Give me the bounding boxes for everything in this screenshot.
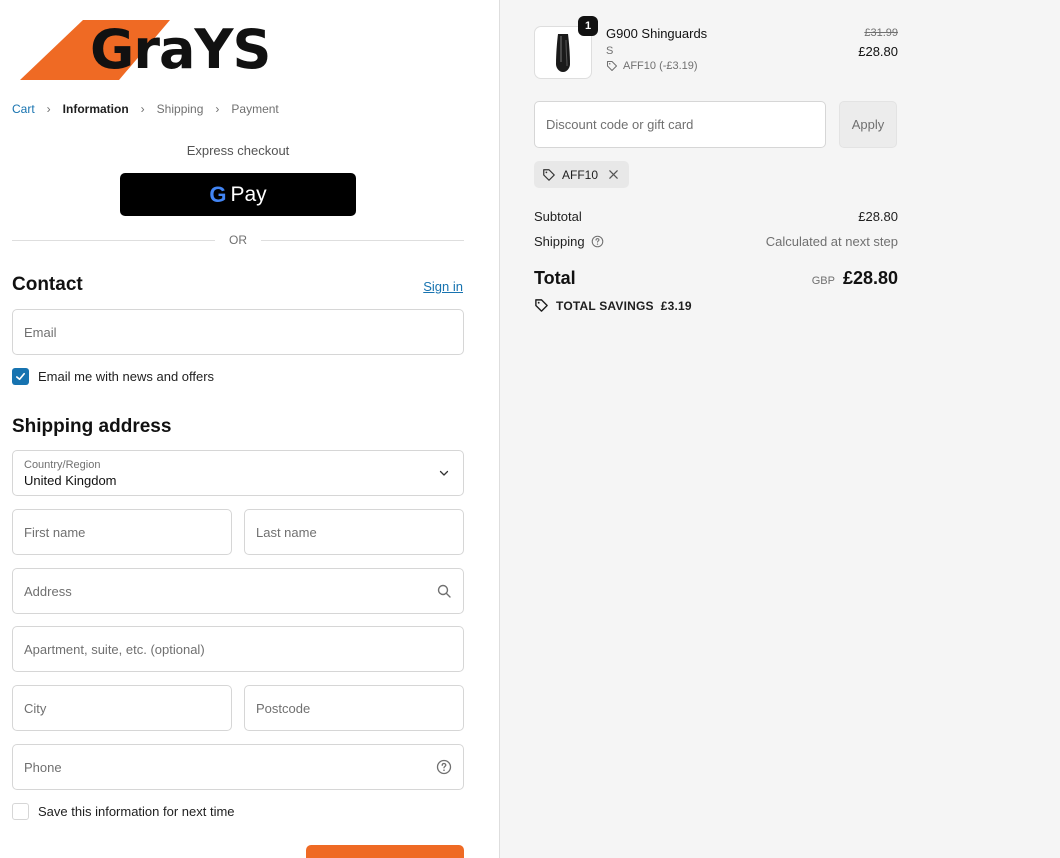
address-placeholder: Address <box>24 583 72 599</box>
subtotal-value: £28.80 <box>858 209 898 224</box>
total-value: £28.80 <box>842 268 898 288</box>
shipping-row: Shipping Calculated at next step <box>534 234 898 249</box>
last-name-field[interactable]: Last name <box>244 509 464 555</box>
help-circle-icon[interactable] <box>591 235 604 248</box>
chevron-right-icon: › <box>140 102 145 116</box>
checkmark-icon <box>16 372 25 381</box>
sign-in-link[interactable]: Sign in <box>423 279 463 294</box>
close-icon[interactable] <box>608 169 619 180</box>
chevron-right-icon: › <box>215 102 220 116</box>
applied-discount-code: AFF10 <box>562 167 599 182</box>
subtotal-label: Subtotal <box>534 209 582 224</box>
logo-wordmark: GraYS <box>90 18 271 81</box>
or-divider: OR <box>12 233 464 247</box>
continue-button[interactable] <box>306 845 464 858</box>
save-info-label: Save this information for next time <box>38 804 235 819</box>
product-price: £28.80 <box>858 44 898 59</box>
tag-icon <box>535 299 548 312</box>
tag-icon <box>606 60 618 72</box>
total-row: Total GBP £28.80 <box>534 268 898 289</box>
total-savings-label: TOTAL SAVINGS <box>556 298 654 313</box>
first-name-placeholder: First name <box>24 524 86 540</box>
google-pay-button[interactable]: G Pay <box>120 173 356 216</box>
tag-icon <box>543 168 555 181</box>
shipping-value: Calculated at next step <box>765 234 898 249</box>
applied-discount-chip: AFF10 <box>534 161 630 188</box>
country-value: United Kingdom <box>24 473 117 488</box>
total-savings: TOTAL SAVINGS £3.19 <box>534 298 692 313</box>
chevron-right-icon: › <box>46 102 51 116</box>
address-field[interactable]: Address <box>12 568 464 614</box>
phone-field[interactable]: Phone <box>12 744 464 790</box>
product-discount-text: AFF10 (-£3.19) <box>623 60 698 72</box>
shipping-label: Shipping <box>534 234 585 249</box>
first-name-field[interactable]: First name <box>12 509 232 555</box>
email-placeholder: Email <box>24 324 57 340</box>
newsletter-checkbox[interactable] <box>12 368 29 385</box>
phone-placeholder: Phone <box>24 759 62 775</box>
shipping-address-title: Shipping address <box>12 416 172 437</box>
currency-code: GBP <box>811 275 835 287</box>
city-placeholder: City <box>24 700 47 716</box>
breadcrumb-information: Information <box>62 102 129 116</box>
chevron-down-icon <box>439 470 449 476</box>
country-select[interactable]: Country/Region United Kingdom <box>12 450 464 496</box>
apply-discount-button[interactable]: Apply <box>839 101 897 148</box>
product-old-price: £31.99 <box>864 27 898 39</box>
breadcrumb: Cart › Information › Shipping › Payment <box>12 102 279 116</box>
express-checkout-title: Express checkout <box>186 143 290 158</box>
city-field[interactable]: City <box>12 685 232 731</box>
discount-code-field[interactable]: Discount code or gift card <box>534 101 826 148</box>
product-variant: S <box>606 45 614 57</box>
google-g-icon: G <box>209 181 227 207</box>
country-label: Country/Region <box>24 459 101 471</box>
apartment-field[interactable]: Apartment, suite, etc. (optional) <box>12 626 464 672</box>
total-label: Total <box>534 268 576 288</box>
order-summary-column: 1 G900 Shinguards S AFF10 (-£3.19) £31.9… <box>500 0 1060 858</box>
newsletter-label: Email me with news and offers <box>38 369 215 384</box>
breadcrumb-payment: Payment <box>231 102 279 116</box>
breadcrumb-shipping: Shipping <box>156 102 204 116</box>
quantity-badge: 1 <box>578 16 598 36</box>
subtotal-row: Subtotal £28.80 <box>534 209 898 224</box>
product-discount: AFF10 (-£3.19) <box>606 60 698 72</box>
discount-code-placeholder: Discount code or gift card <box>546 117 694 132</box>
checkout-form-column: GraYS Cart › Information › Shipping › Pa… <box>0 0 500 858</box>
email-field[interactable]: Email <box>12 309 464 355</box>
or-divider-label: OR <box>229 233 247 247</box>
last-name-placeholder: Last name <box>256 524 317 540</box>
postcode-field[interactable]: Postcode <box>244 685 464 731</box>
search-icon <box>437 584 451 598</box>
grays-logo[interactable]: GraYS <box>18 16 298 82</box>
postcode-placeholder: Postcode <box>256 700 311 716</box>
total-savings-value: £3.19 <box>660 298 692 313</box>
contact-title: Contact <box>12 274 83 295</box>
save-info-checkbox[interactable] <box>12 803 29 820</box>
shinguard-image <box>556 33 570 72</box>
apartment-placeholder: Apartment, suite, etc. (optional) <box>24 641 205 657</box>
google-pay-label: Pay <box>230 182 267 206</box>
help-circle-icon[interactable] <box>436 759 452 775</box>
breadcrumb-cart[interactable]: Cart <box>12 102 35 116</box>
product-name: G900 Shinguards <box>606 26 708 41</box>
